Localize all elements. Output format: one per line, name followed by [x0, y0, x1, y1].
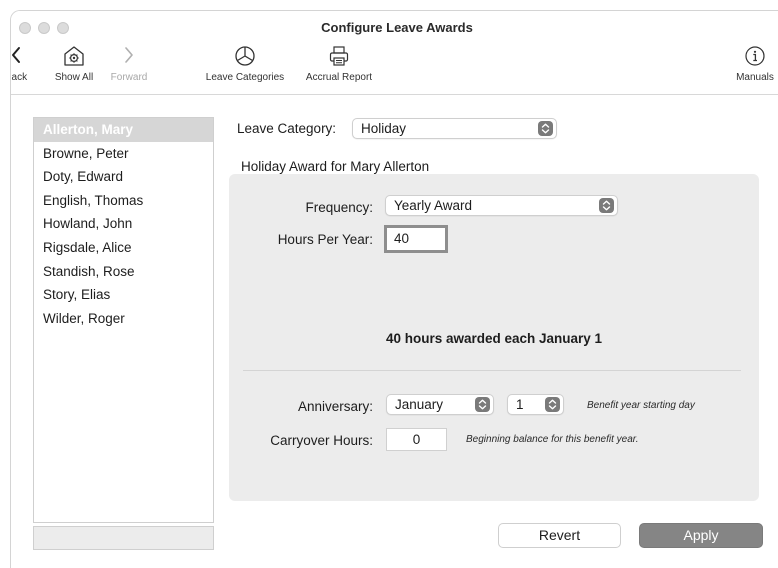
popup-arrows-icon — [538, 121, 553, 136]
forward-label: Forward — [110, 72, 148, 83]
employee-item-standish-rose[interactable]: Standish, Rose — [34, 260, 213, 284]
award-summary: 40 hours awarded each January 1 — [385, 331, 603, 346]
chevron-left-icon — [11, 45, 31, 69]
anniversary-month-value: January — [395, 397, 444, 412]
anniversary-day-value: 1 — [516, 397, 524, 412]
popup-arrows-icon — [545, 397, 560, 412]
accrual-report-label: Accrual Report — [305, 72, 373, 83]
manuals-button[interactable]: Manuals — [727, 45, 778, 83]
employee-list-footer — [33, 526, 214, 550]
frequency-popup[interactable]: Yearly Award — [385, 195, 618, 216]
leave-category-label: Leave Category: — [237, 121, 337, 136]
manuals-label: Manuals — [736, 72, 774, 83]
accrual-report-button[interactable]: Accrual Report — [299, 45, 379, 83]
revert-button[interactable]: Revert — [498, 523, 621, 548]
employee-item-story-elias[interactable]: Story, Elias — [34, 283, 213, 307]
hours-per-year-label: Hours Per Year: — [277, 232, 373, 247]
show-all-gear-icon — [51, 45, 97, 69]
leave-category-popup[interactable]: Holiday — [352, 118, 557, 139]
info-icon — [727, 45, 778, 69]
anniversary-label: Anniversary: — [297, 399, 373, 414]
leave-categories-label: Leave Categories — [205, 72, 285, 83]
anniversary-hint: Benefit year starting day — [587, 400, 695, 411]
show-all-label: Show All — [54, 72, 94, 83]
employee-item-rigsdale-alice[interactable]: Rigsdale, Alice — [34, 236, 213, 260]
app-window: Configure Leave Awards Back Show All — [10, 10, 778, 568]
anniversary-month-popup[interactable]: January — [386, 394, 494, 415]
panel-divider — [243, 370, 741, 371]
printer-icon — [299, 45, 379, 69]
title-bar: Configure Leave Awards Back Show All — [11, 11, 778, 95]
anniversary-day-popup[interactable]: 1 — [507, 394, 564, 415]
employee-item-doty-edward[interactable]: Doty, Edward — [34, 165, 213, 189]
frequency-value: Yearly Award — [394, 198, 473, 213]
back-button[interactable]: Back — [11, 45, 31, 83]
employee-item-wilder-roger[interactable]: Wilder, Roger — [34, 307, 213, 331]
employee-item-allerton-mary[interactable]: Allerton, Mary — [34, 118, 213, 142]
popup-arrows-icon — [475, 397, 490, 412]
window-title: Configure Leave Awards — [321, 20, 473, 35]
employee-item-english-thomas[interactable]: English, Thomas — [34, 189, 213, 213]
employee-item-browne-peter[interactable]: Browne, Peter — [34, 142, 213, 166]
leave-categories-button[interactable]: Leave Categories — [202, 45, 288, 83]
popup-arrows-icon — [599, 198, 614, 213]
employee-item-howland-john[interactable]: Howland, John — [34, 212, 213, 236]
carryover-hint: Beginning balance for this benefit year. — [466, 434, 639, 445]
employee-list: Allerton, Mary Browne, Peter Doty, Edwar… — [33, 117, 214, 523]
carryover-hours-input[interactable]: 0 — [386, 428, 447, 451]
forward-button[interactable]: Forward — [104, 45, 154, 83]
hours-per-year-input[interactable]: 40 — [384, 225, 448, 253]
frequency-label: Frequency: — [305, 200, 373, 215]
carryover-hours-label: Carryover Hours: — [270, 433, 373, 448]
show-all-button[interactable]: Show All — [51, 45, 97, 83]
apply-button[interactable]: Apply — [639, 523, 763, 548]
award-heading: Holiday Award for Mary Allerton — [241, 159, 430, 174]
pie-chart-icon — [202, 45, 288, 69]
chevron-right-icon — [104, 45, 154, 69]
back-label: Back — [11, 72, 28, 83]
leave-category-value: Holiday — [361, 121, 407, 136]
